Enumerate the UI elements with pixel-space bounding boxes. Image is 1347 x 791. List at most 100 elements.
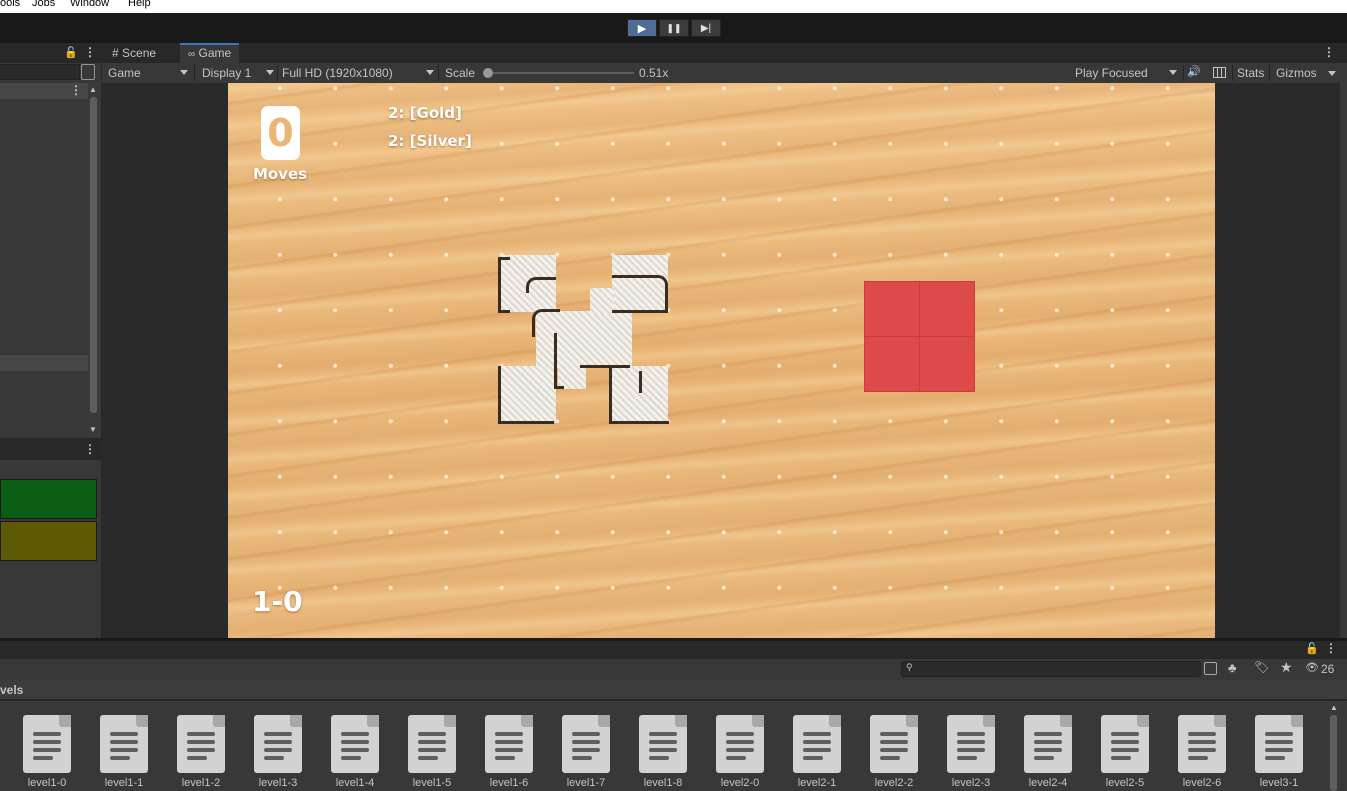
menu-bar: ools Jobs Window Help bbox=[0, 0, 1347, 13]
project-tabbar: 🔓 ⋮ bbox=[0, 641, 1347, 659]
breadcrumb-folder[interactable]: vels bbox=[0, 683, 23, 697]
file-name: level1-4 bbox=[335, 777, 375, 789]
tab-scene[interactable]: # Scene bbox=[104, 43, 164, 63]
file-item[interactable]: level1-8 bbox=[633, 713, 693, 791]
hierarchy-scrollbar[interactable]: ▲ ▼ bbox=[88, 83, 100, 438]
red-block[interactable] bbox=[919, 336, 975, 392]
red-block[interactable] bbox=[864, 336, 920, 392]
gizmos-button[interactable]: Gizmos bbox=[1276, 66, 1317, 80]
bracket-bottom-left bbox=[498, 366, 554, 424]
display-dropdown[interactable]: Display 1 bbox=[198, 64, 276, 82]
file-item[interactable]: level1-5 bbox=[402, 713, 462, 791]
step-button[interactable]: ▶| bbox=[691, 19, 721, 37]
scroll-up-icon[interactable]: ▲ bbox=[1330, 703, 1338, 712]
play-focused-dropdown[interactable]: Play Focused bbox=[1071, 64, 1181, 82]
file-item[interactable]: level2-4 bbox=[1018, 713, 1078, 791]
audio-mute-icon[interactable]: 🔊 bbox=[1187, 65, 1201, 78]
text-file-icon bbox=[254, 715, 302, 773]
scrollbar-thumb[interactable] bbox=[1330, 715, 1337, 791]
step-icon: ▶| bbox=[700, 22, 712, 34]
file-name: level1-8 bbox=[643, 777, 683, 789]
chevron-down-icon bbox=[426, 70, 434, 75]
file-item[interactable]: level2-3 bbox=[941, 713, 1001, 791]
text-file-icon bbox=[23, 715, 71, 773]
scale-value: 0.51x bbox=[639, 66, 669, 80]
hierarchy-panel bbox=[0, 43, 101, 438]
hierarchy-selected-row[interactable] bbox=[0, 355, 88, 371]
bracket-inner-right bbox=[638, 371, 642, 393]
file-item[interactable]: level1-7 bbox=[556, 713, 616, 791]
bracket-top-left bbox=[498, 257, 510, 313]
hierarchy-search-input[interactable] bbox=[0, 64, 80, 80]
tab-scene-label: Scene bbox=[122, 46, 157, 60]
favorite-star-icon[interactable]: ★ bbox=[1280, 659, 1293, 676]
text-file-icon bbox=[1101, 715, 1149, 773]
lock-icon[interactable]: 🔓 bbox=[1305, 642, 1319, 655]
file-item[interactable]: level1-2 bbox=[171, 713, 231, 791]
file-item[interactable]: level1-3 bbox=[248, 713, 308, 791]
project-search-input[interactable]: ⚲ bbox=[901, 661, 1201, 677]
file-item[interactable]: level2-6 bbox=[1172, 713, 1232, 791]
console-tabbar: ⋮ bbox=[0, 440, 101, 460]
red-block[interactable] bbox=[864, 281, 920, 337]
file-name: level2-4 bbox=[1028, 777, 1068, 789]
frame-debugger-icon[interactable] bbox=[1213, 67, 1226, 78]
file-name: level3-1 bbox=[1259, 777, 1299, 789]
file-item[interactable]: level2-5 bbox=[1095, 713, 1155, 791]
file-name: level1-3 bbox=[258, 777, 298, 789]
project-scrollbar[interactable]: ▲ bbox=[1328, 703, 1340, 791]
hidden-eye-icon[interactable]: 👁 bbox=[1305, 661, 1319, 674]
search-options-icon[interactable] bbox=[81, 64, 95, 80]
menu-help[interactable]: Help bbox=[128, 0, 151, 9]
file-item[interactable]: level1-6 bbox=[479, 713, 539, 791]
menu-jobs[interactable]: Jobs bbox=[32, 0, 55, 9]
text-file-icon bbox=[331, 715, 379, 773]
label-filter-icon[interactable]: 🏷 bbox=[1254, 660, 1269, 674]
menu-tools[interactable]: ools bbox=[0, 0, 20, 9]
tab-game[interactable]: ∞ Game bbox=[180, 43, 240, 63]
file-item[interactable]: level1-1 bbox=[94, 713, 154, 791]
more-menu-icon[interactable]: ⋮ bbox=[84, 442, 96, 456]
scroll-up-icon[interactable]: ▲ bbox=[89, 85, 97, 94]
pause-button[interactable]: ❚❚ bbox=[659, 19, 689, 37]
file-item[interactable]: level1-0 bbox=[17, 713, 77, 791]
scale-slider-handle[interactable] bbox=[483, 68, 493, 78]
play-button[interactable]: ▶ bbox=[627, 19, 657, 37]
resolution-dropdown[interactable]: Full HD (1920x1080) bbox=[278, 64, 436, 82]
file-item[interactable]: level3-1 bbox=[1249, 713, 1309, 791]
puzzle-tile-center-top[interactable] bbox=[590, 288, 614, 314]
stats-button[interactable]: Stats bbox=[1237, 66, 1264, 80]
lock-icon[interactable]: 🔓 bbox=[64, 46, 78, 59]
more-menu-icon[interactable]: ⋮ bbox=[1325, 641, 1337, 655]
chevron-down-icon[interactable] bbox=[1328, 71, 1336, 76]
game-render[interactable]: 0 Moves 2: [Gold] 2: [Silver] 1-0 bbox=[228, 83, 1215, 638]
menu-window[interactable]: Window bbox=[70, 0, 109, 9]
divider bbox=[1183, 65, 1184, 81]
breadcrumb: vels bbox=[0, 680, 1347, 700]
file-item[interactable]: level2-2 bbox=[864, 713, 924, 791]
main-toolbar: ▶ ❚❚ ▶| bbox=[0, 13, 1347, 43]
console-entry-olive[interactable] bbox=[0, 521, 97, 561]
file-item[interactable]: level2-0 bbox=[710, 713, 770, 791]
game-view-toolbar: Game Display 1 Full HD (1920x1080) Scale… bbox=[102, 63, 1347, 83]
more-menu-icon[interactable]: ⋮ bbox=[70, 83, 82, 97]
file-item[interactable]: level2-1 bbox=[787, 713, 847, 791]
level-indicator: 1-0 bbox=[252, 585, 303, 618]
more-menu-icon[interactable]: ⋮ bbox=[84, 45, 96, 59]
chevron-down-icon bbox=[1169, 70, 1177, 75]
game-mode-dropdown[interactable]: Game bbox=[104, 64, 192, 82]
file-name: level1-1 bbox=[104, 777, 144, 789]
type-filter-icon[interactable]: ♣ bbox=[1228, 660, 1237, 675]
scrollbar-thumb[interactable] bbox=[90, 97, 97, 413]
divider bbox=[194, 65, 195, 81]
red-block[interactable] bbox=[919, 281, 975, 337]
more-menu-icon[interactable]: ⋮ bbox=[1323, 45, 1335, 59]
game-mode-value: Game bbox=[108, 66, 141, 80]
console-entry-green[interactable] bbox=[0, 479, 97, 519]
scale-slider-track[interactable] bbox=[488, 72, 634, 74]
file-item[interactable]: level1-4 bbox=[325, 713, 385, 791]
grid-dots bbox=[228, 83, 1215, 638]
file-name: level1-6 bbox=[489, 777, 529, 789]
search-options-icon[interactable] bbox=[1204, 662, 1217, 675]
scroll-down-icon[interactable]: ▼ bbox=[89, 425, 97, 434]
